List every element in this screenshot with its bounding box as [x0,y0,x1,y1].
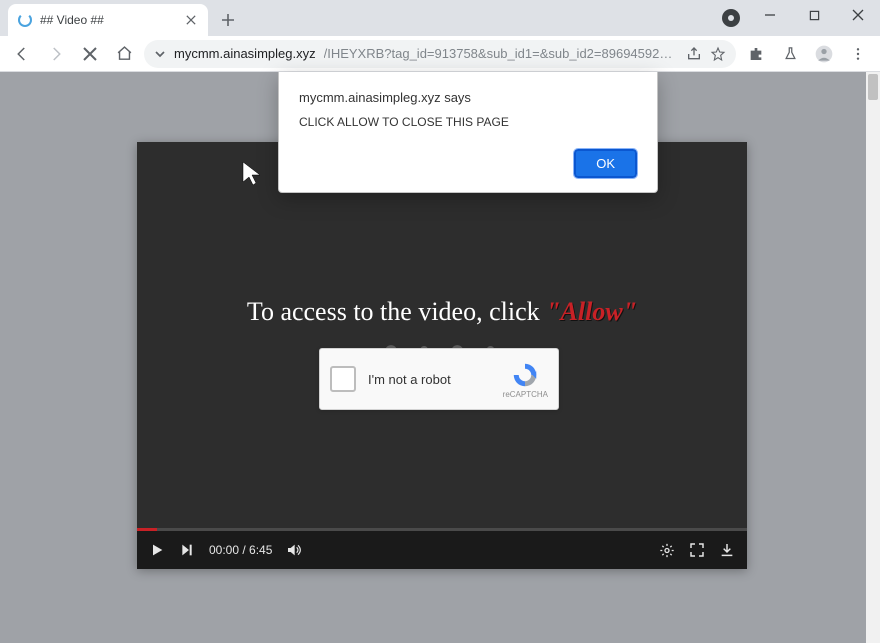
profile-avatar-icon[interactable] [810,40,838,68]
vertical-scrollbar[interactable] [866,72,880,643]
next-icon[interactable] [179,542,195,558]
scrollbar-thumb[interactable] [868,74,878,100]
browser-tab-active[interactable]: ## Video ## [8,4,208,36]
play-icon[interactable] [149,542,165,558]
player-controls: 00:00 / 6:45 [137,531,747,569]
nav-home-button[interactable] [110,40,138,68]
player-overlay-message: To access to the video, click "Allow" [137,297,747,327]
time-total: 6:45 [249,543,272,557]
video-player: To access to the video, click "Allow" ● … [137,142,747,569]
tab-close-icon[interactable] [184,13,198,27]
alert-ok-button[interactable]: OK [574,149,637,178]
new-tab-button[interactable] [214,6,242,34]
tab-title: ## Video ## [40,13,176,27]
url-path: /IHEYXRB?tag_id=913758&sub_id1=&sub_id2=… [324,46,678,61]
cursor-pointer-icon [240,160,264,188]
volume-icon[interactable] [286,542,302,558]
nav-forward-button[interactable] [42,40,70,68]
recaptcha-checkbox[interactable] [330,366,356,392]
nav-back-button[interactable] [8,40,36,68]
alert-origin: mycmm.ainasimpleg.xyz says [299,90,637,105]
bookmark-star-icon[interactable] [710,46,726,62]
profile-indicator-icon[interactable] [722,9,740,27]
recaptcha-widget[interactable]: I'm not a robot reCAPTCHA [319,348,559,410]
recaptcha-label: I'm not a robot [368,372,491,387]
player-message-text: To access to the video, click [247,297,546,326]
download-icon[interactable] [719,542,735,558]
page-viewport: To access to the video, click "Allow" ● … [0,72,880,643]
player-message-allow: "Allow" [546,297,637,326]
window-titlebar: ## Video ## [0,0,880,36]
time-current: 00:00 [209,543,239,557]
window-maximize-button[interactable] [792,0,836,30]
nav-stop-button[interactable] [76,40,104,68]
share-icon[interactable] [686,46,702,62]
tab-favicon-spinner [18,13,32,27]
kebab-menu-icon[interactable] [844,40,872,68]
recaptcha-brand: reCAPTCHA [503,390,548,399]
player-time: 00:00 / 6:45 [209,543,272,557]
window-minimize-button[interactable] [748,0,792,30]
fullscreen-icon[interactable] [689,542,705,558]
player-progress-bar[interactable] [137,528,747,531]
browser-toolbar: mycmm.ainasimpleg.xyz/IHEYXRB?tag_id=913… [0,36,880,72]
javascript-alert-dialog: mycmm.ainasimpleg.xyz says CLICK ALLOW T… [278,72,658,193]
window-close-button[interactable] [836,0,880,30]
address-bar[interactable]: mycmm.ainasimpleg.xyz/IHEYXRB?tag_id=913… [144,40,736,68]
window-controls [748,0,880,30]
site-info-chevron-icon[interactable] [154,48,166,60]
alert-message: CLICK ALLOW TO CLOSE THIS PAGE [299,115,637,129]
recaptcha-logo: reCAPTCHA [503,360,548,399]
settings-gear-icon[interactable] [659,542,675,558]
extensions-icon[interactable] [742,40,770,68]
labs-icon[interactable] [776,40,804,68]
url-host: mycmm.ainasimpleg.xyz [174,46,316,61]
